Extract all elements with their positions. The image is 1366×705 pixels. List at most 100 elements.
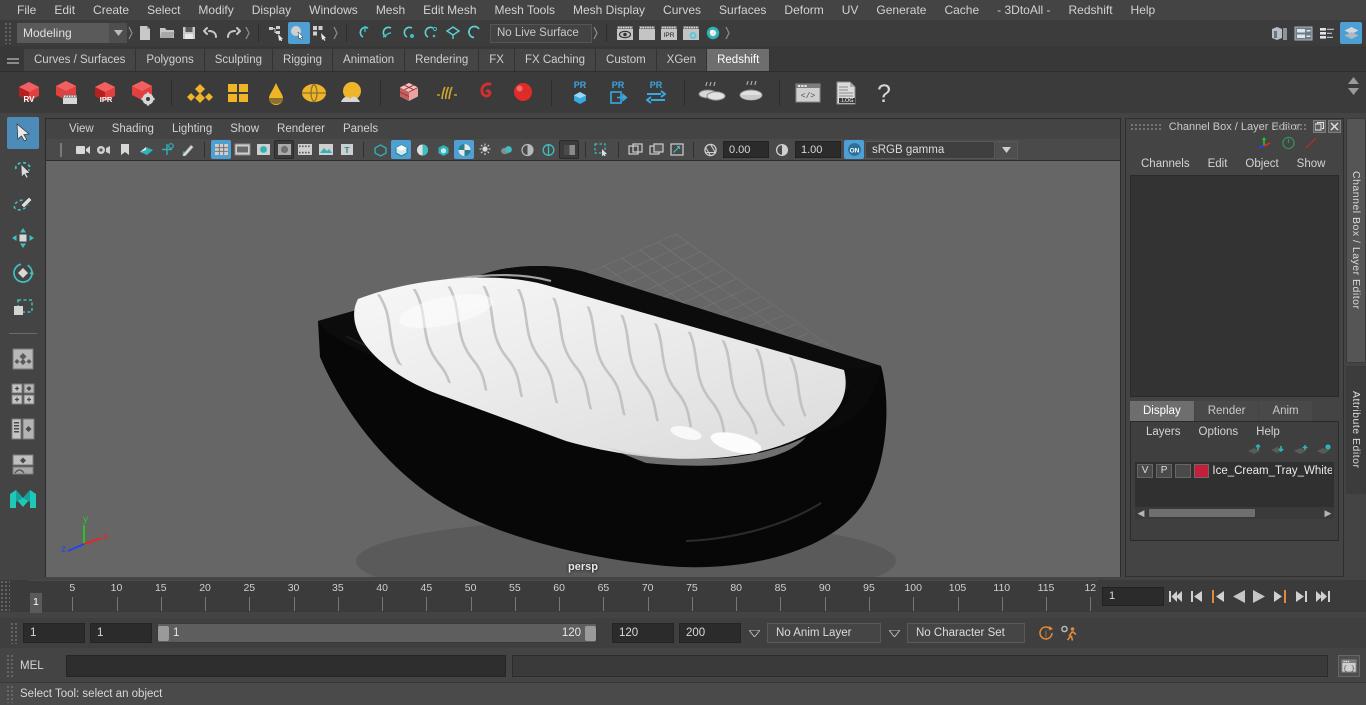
menu-edit-mesh[interactable]: Edit Mesh	[414, 0, 485, 20]
shelf-tab-rendering[interactable]: Rendering	[405, 49, 480, 71]
use-default-material-icon[interactable]	[295, 140, 315, 159]
color-management-toggle[interactable]: ON	[844, 140, 864, 159]
anim-layer-field[interactable]: No Anim Layer	[767, 623, 881, 643]
outliner-icon[interactable]	[1292, 22, 1314, 44]
range-slider-grip[interactable]	[10, 622, 18, 644]
snap-view-plane-icon[interactable]	[442, 22, 464, 44]
command-input[interactable]	[66, 655, 506, 677]
menu-edit[interactable]: Edit	[45, 0, 84, 20]
image-plane-icon[interactable]	[136, 140, 156, 159]
menu-mesh-display[interactable]: Mesh Display	[564, 0, 654, 20]
viewport-menu-renderer[interactable]: Renderer	[268, 119, 334, 139]
range-slider-track[interactable]: 1 120	[157, 623, 597, 643]
command-line-grip[interactable]	[6, 654, 14, 678]
layer-playback-toggle[interactable]: P	[1156, 463, 1173, 478]
redshift-environment-icon[interactable]	[297, 76, 331, 110]
viewport-snapshot-icon[interactable]	[667, 140, 687, 159]
make-live-icon[interactable]	[464, 22, 486, 44]
current-frame-field[interactable]: 1	[1102, 586, 1164, 606]
wireframe-shading-icon[interactable]	[211, 140, 231, 159]
exposure-icon[interactable]	[700, 140, 720, 159]
shadows-icon[interactable]	[412, 140, 432, 159]
exposure-field[interactable]: 0.00	[723, 141, 769, 158]
persp-graph-layout[interactable]	[7, 448, 39, 480]
redshift-volume-icon[interactable]	[468, 76, 502, 110]
redshift-pr-export-icon[interactable]: PR	[601, 76, 635, 110]
channel-menu-object[interactable]: Object	[1236, 158, 1287, 170]
redshift-ipr-icon[interactable]: IPR	[88, 76, 122, 110]
shelf-tab-fx[interactable]: FX	[479, 49, 515, 71]
gamma-icon[interactable]	[772, 140, 792, 159]
smooth-shade-selected-icon[interactable]	[253, 140, 273, 159]
status-line-grip[interactable]	[4, 22, 12, 44]
use-all-lights-icon[interactable]	[391, 140, 411, 159]
new-layer-from-selected-icon[interactable]	[1316, 443, 1332, 459]
menu-modify[interactable]: Modify	[189, 0, 242, 20]
script-language-label[interactable]: MEL	[20, 660, 60, 672]
bookmark-icon[interactable]	[115, 140, 135, 159]
redshift-sphere-icon[interactable]	[506, 76, 540, 110]
time-slider-grip[interactable]	[0, 580, 10, 612]
step-back-keyframe-icon[interactable]	[1187, 585, 1206, 607]
menu-cache[interactable]: Cache	[935, 0, 988, 20]
step-back-frame-icon[interactable]	[1208, 585, 1227, 607]
select-object-icon[interactable]	[288, 22, 310, 44]
single-pane-layout[interactable]	[7, 343, 39, 375]
shelf-tab-fx-caching[interactable]: FX Caching	[514, 49, 597, 71]
menu-set-selector[interactable]: Modeling	[17, 23, 109, 43]
menu-help[interactable]: Help	[1122, 0, 1165, 20]
redshift-render-settings-icon[interactable]	[126, 76, 160, 110]
step-forward-keyframe-icon[interactable]	[1292, 585, 1311, 607]
smooth-shade-all-icon[interactable]	[232, 140, 252, 159]
shelf-tab-rigging[interactable]: Rigging	[273, 49, 334, 71]
viewport-menu-view[interactable]: View	[60, 119, 103, 139]
shelf-grip[interactable]	[2, 46, 24, 71]
menu-surfaces[interactable]: Surfaces	[710, 0, 775, 20]
layer-color-swatch[interactable]	[1194, 463, 1210, 478]
select-tool[interactable]	[6, 117, 39, 149]
range-handle-right[interactable]	[585, 625, 596, 641]
redshift-bake-multi-icon[interactable]	[696, 76, 730, 110]
hardware-texturing-icon[interactable]	[316, 140, 336, 159]
render-sequence-icon[interactable]	[636, 22, 658, 44]
ipr-render-icon[interactable]: IPR	[658, 22, 680, 44]
paint-select-tool[interactable]	[7, 187, 39, 219]
redshift-script-editor-icon[interactable]: </>	[791, 76, 825, 110]
playback-end-field[interactable]: 120	[612, 623, 674, 643]
current-time-indicator[interactable]: 1	[30, 593, 42, 613]
screen-space-ao-icon[interactable]	[454, 140, 474, 159]
menu-windows[interactable]: Windows	[300, 0, 367, 20]
redshift-material-icon[interactable]	[183, 76, 217, 110]
move-layer-down-icon[interactable]	[1270, 444, 1286, 459]
snap-curve-icon[interactable]	[376, 22, 398, 44]
menu-mesh-tools[interactable]: Mesh Tools	[486, 0, 564, 20]
go-to-start-icon[interactable]	[1166, 585, 1185, 607]
panel-grip-left[interactable]	[1130, 123, 1162, 131]
side-tab-channel-box[interactable]: Channel Box / Layer Editor	[1346, 118, 1366, 363]
all-lights-icon[interactable]	[370, 140, 390, 159]
select-camera-icon[interactable]	[73, 140, 93, 159]
render-view-icon[interactable]	[614, 22, 636, 44]
menu-deform[interactable]: Deform	[775, 0, 832, 20]
menu-generate[interactable]: Generate	[867, 0, 935, 20]
viewport-grip[interactable]	[52, 140, 72, 159]
layer-list-scrollbar[interactable]: ◀ ▶	[1135, 507, 1334, 519]
viewport-menu-panels[interactable]: Panels	[334, 119, 387, 139]
speed-manip-icon[interactable]	[1281, 136, 1296, 153]
undo-icon[interactable]	[200, 22, 222, 44]
auto-keyframe-icon[interactable]: |	[1036, 622, 1055, 644]
redshift-pr-transfer-icon[interactable]: PR	[639, 76, 673, 110]
exposure-preview-icon[interactable]	[559, 140, 579, 159]
camera-attributes-icon[interactable]	[94, 140, 114, 159]
viewport-menu-show[interactable]: Show	[221, 119, 268, 139]
animation-preferences-icon[interactable]	[1060, 622, 1079, 644]
menu-select[interactable]: Select	[138, 0, 189, 20]
rotate-tool[interactable]	[7, 257, 39, 289]
channel-menu-edit[interactable]: Edit	[1199, 158, 1237, 170]
redshift-render-view-icon[interactable]: RV	[12, 76, 46, 110]
move-layer-up-icon[interactable]	[1247, 443, 1263, 459]
shelf-scroll-arrows[interactable]	[1347, 76, 1360, 96]
character-set-dropdown-arrow[interactable]	[886, 629, 902, 637]
scroll-thumb[interactable]	[1149, 509, 1255, 517]
move-tool[interactable]	[7, 222, 39, 254]
